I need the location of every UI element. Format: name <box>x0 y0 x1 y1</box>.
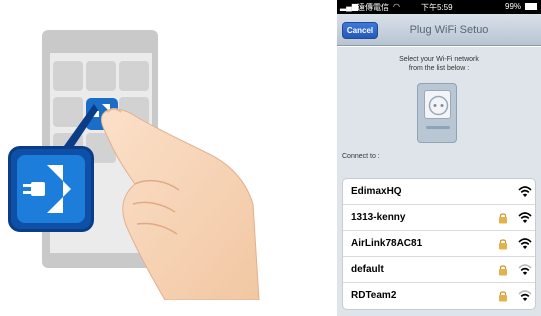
network-row-1313-kenny[interactable]: 1313-kenny <box>343 205 535 231</box>
app-launch-illustration <box>0 0 290 316</box>
wifi-signal-icon <box>518 238 532 249</box>
wifi-network-list: EdimaxHQ 1313-kenny AirLink78AC81 defaul… <box>342 178 536 310</box>
network-ssid: 1313-kenny <box>351 212 406 223</box>
carrier-label: 遠傳電信 <box>357 3 389 12</box>
smart-plug-socket <box>424 90 451 119</box>
app-tile <box>53 61 83 91</box>
cancel-button[interactable]: Cancel <box>342 22 378 39</box>
plug-app-icon-large <box>8 146 94 232</box>
instruction-line-2: from the list below : <box>408 65 470 72</box>
wifi-signal-icon <box>518 264 532 275</box>
network-ssid: RDTeam2 <box>351 290 397 301</box>
wifi-signal-icon <box>518 212 532 223</box>
battery-icon <box>525 3 537 10</box>
setup-content: Select your Wi-Fi network from the list … <box>337 47 541 316</box>
wifi-status-icon: ◠ <box>393 2 400 11</box>
lock-icon <box>499 239 507 250</box>
network-row-rdteam2[interactable]: RDTeam2 <box>343 283 535 309</box>
page: ▂▄▆ 遠傳電信 ◠ 下午5:59 99% Cancel Plug WiFi S… <box>0 0 541 316</box>
status-bar: ▂▄▆ 遠傳電信 ◠ 下午5:59 99% <box>337 0 541 14</box>
page-title: Plug WiFi Setuo <box>409 24 489 36</box>
network-ssid: default <box>351 264 384 275</box>
connect-to-label: Connect to : <box>342 153 380 160</box>
network-ssid: EdimaxHQ <box>351 186 402 197</box>
clock-label: 下午5:59 <box>421 3 453 12</box>
lock-icon <box>499 265 507 276</box>
wifi-signal-icon <box>518 290 532 301</box>
pointing-hand-icon <box>100 108 260 300</box>
plug-led-strip <box>426 126 450 129</box>
smart-plug-image <box>417 83 457 143</box>
plug-app-logo-icon <box>23 165 71 213</box>
network-row-default[interactable]: default <box>343 257 535 283</box>
network-ssid: AirLink78AC81 <box>351 238 423 249</box>
wifi-setup-screen: ▂▄▆ 遠傳電信 ◠ 下午5:59 99% Cancel Plug WiFi S… <box>337 0 541 316</box>
app-tile <box>119 61 149 91</box>
network-row-edimaxhq[interactable]: EdimaxHQ <box>343 179 535 205</box>
lock-icon <box>499 291 507 302</box>
navigation-bar: Cancel Plug WiFi Setuo <box>337 14 541 46</box>
app-tile <box>86 61 116 91</box>
plug-app-icon-large-face <box>17 155 85 223</box>
lock-icon <box>499 213 507 224</box>
signal-bars-icon: ▂▄▆ <box>340 2 358 11</box>
wifi-signal-icon <box>518 186 532 197</box>
instruction-line-1: Select your Wi-Fi network <box>399 56 479 63</box>
battery-percent: 99% <box>505 2 522 11</box>
network-row-airlink78ac81[interactable]: AirLink78AC81 <box>343 231 535 257</box>
instruction-text: Select your Wi-Fi network from the list … <box>357 55 521 73</box>
socket-icon <box>428 95 449 116</box>
